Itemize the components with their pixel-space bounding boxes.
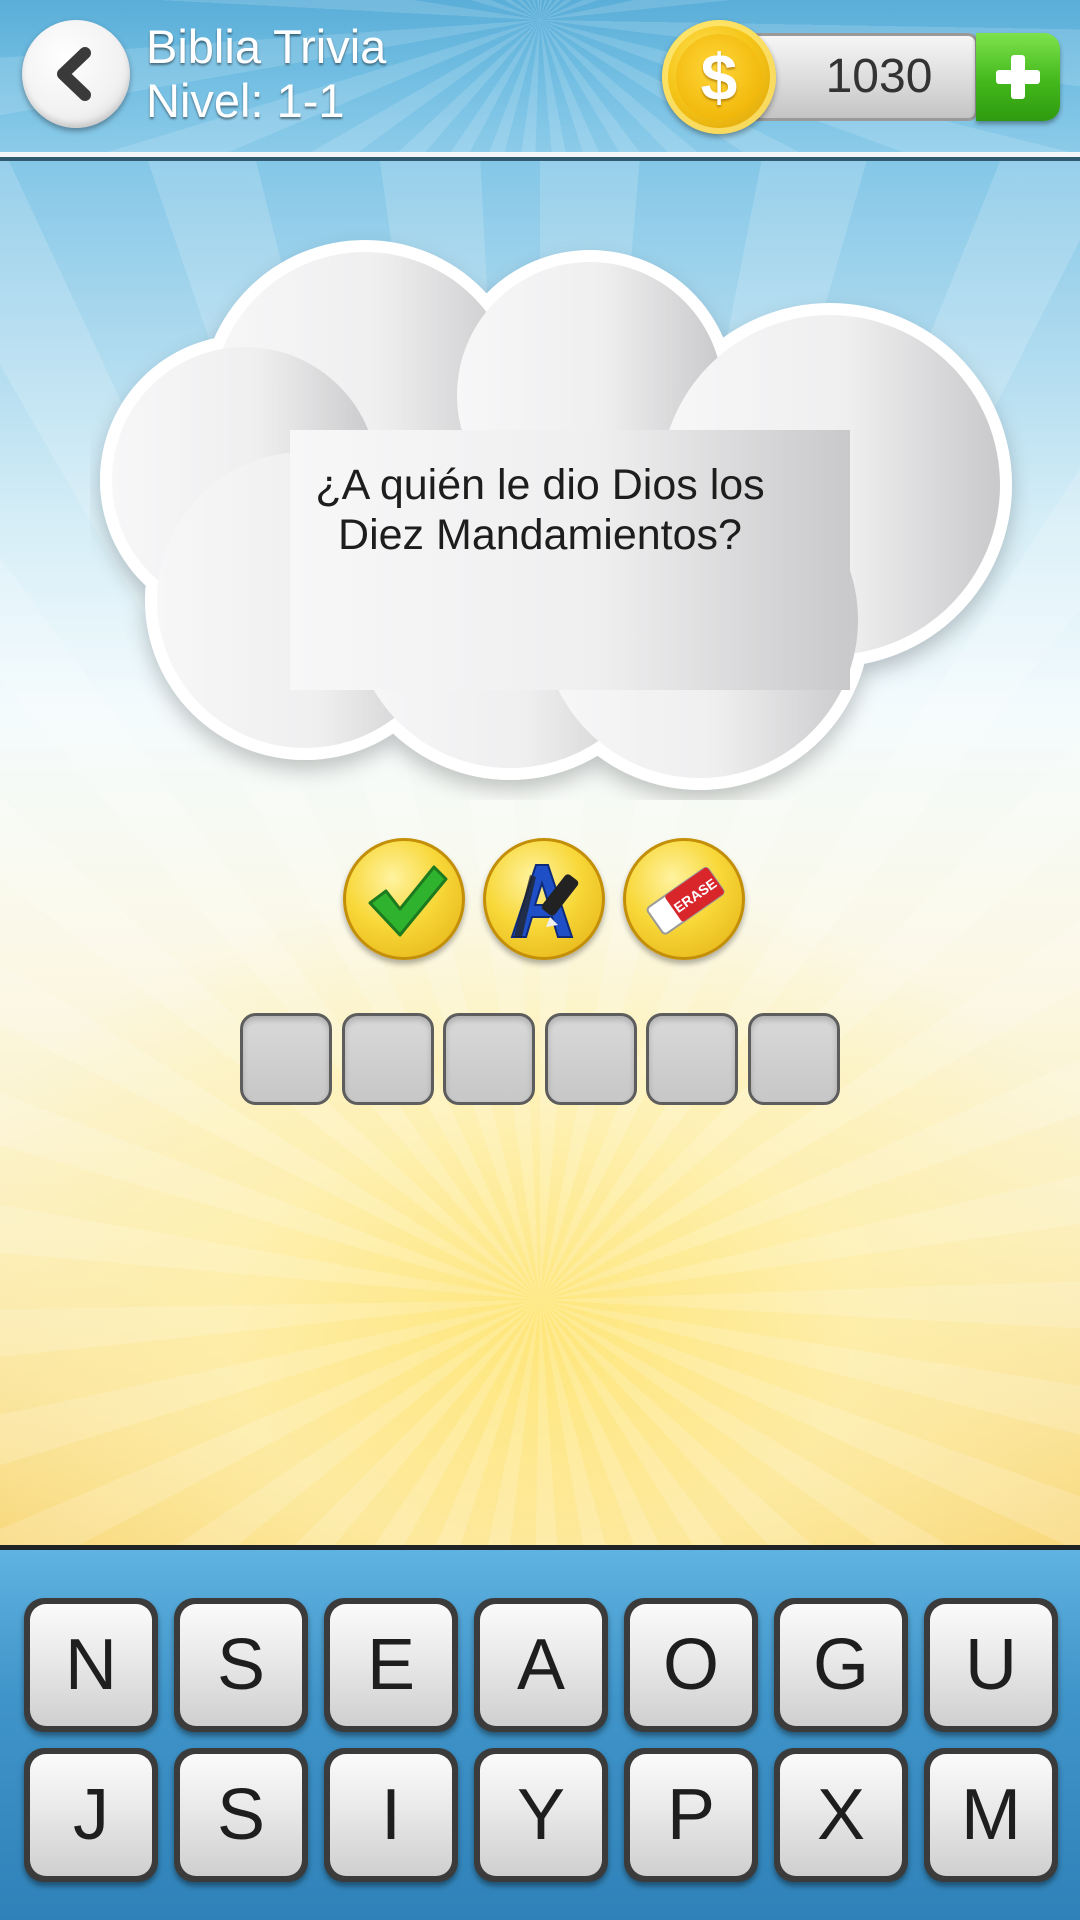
level-label: Nivel: 1-1 — [146, 74, 345, 127]
letter-key[interactable]: A — [474, 1598, 608, 1732]
answer-slot-6[interactable] — [748, 1013, 840, 1105]
letter-key[interactable]: M — [924, 1748, 1058, 1882]
erase-button[interactable]: ERASE — [623, 838, 745, 960]
question-line-2: Diez Mandamientos? — [338, 511, 742, 559]
letter-key[interactable]: Y — [474, 1748, 608, 1882]
reveal-letter-icon — [510, 864, 579, 938]
letter-key[interactable]: S — [174, 1598, 308, 1732]
title-block: Biblia Trivia Nivel: 1-1 — [146, 20, 386, 128]
letter-key[interactable]: N — [24, 1598, 158, 1732]
back-button[interactable] — [22, 20, 130, 128]
coin-counter: 1030 — [746, 33, 978, 121]
letter-key[interactable]: U — [924, 1598, 1058, 1732]
coin-count: 1030 — [825, 50, 933, 103]
letter-key[interactable]: O — [624, 1598, 758, 1732]
answer-slot-1[interactable] — [240, 1013, 332, 1105]
eraser-icon: ERASE — [646, 867, 725, 935]
back-arrow-icon — [57, 47, 91, 101]
check-answer-button[interactable] — [343, 838, 465, 960]
answer-slot-2[interactable] — [342, 1013, 434, 1105]
letter-key[interactable]: S — [174, 1748, 308, 1882]
question-text: ¿A quién le dio Dios los Diez Mandamient… — [240, 460, 840, 560]
answer-slot-5[interactable] — [646, 1013, 738, 1105]
app-title: Biblia Trivia — [146, 20, 387, 73]
letter-key[interactable]: X — [774, 1748, 908, 1882]
letter-key[interactable]: G — [774, 1598, 908, 1732]
plus-icon — [996, 55, 1040, 99]
reveal-letter-button[interactable] — [483, 838, 605, 960]
letter-key[interactable]: J — [24, 1748, 158, 1882]
answer-slot-4[interactable] — [545, 1013, 637, 1105]
answer-slot-3[interactable] — [443, 1013, 535, 1105]
coin-icon: $ — [662, 20, 776, 134]
letter-key[interactable]: P — [624, 1748, 758, 1882]
letter-key[interactable]: I — [324, 1748, 458, 1882]
question-line-1: ¿A quién le dio Dios los — [315, 461, 765, 509]
check-icon — [368, 865, 448, 937]
letter-key[interactable]: E — [324, 1598, 458, 1732]
letter-keyboard: N S E A O G U J S I Y P X M — [0, 1545, 1080, 1920]
dollar-sign: $ — [676, 34, 762, 120]
top-bar: Biblia Trivia Nivel: 1-1 1030 $ — [0, 0, 1080, 157]
add-coins-button[interactable] — [976, 33, 1060, 121]
